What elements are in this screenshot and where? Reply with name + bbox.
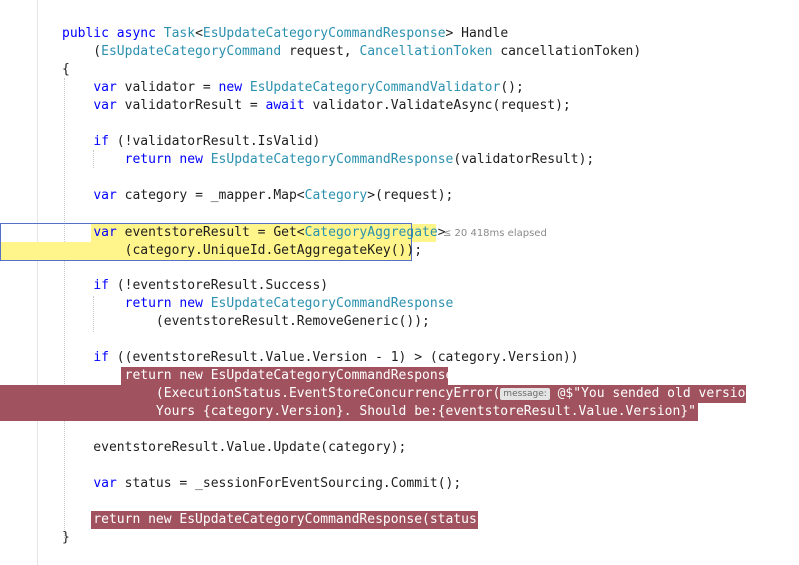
code-line[interactable]: }	[62, 529, 70, 547]
code-line[interactable]: {	[62, 61, 70, 79]
code-line-breakpoint[interactable]: return new EsUpdateCategoryCommandRespon…	[62, 511, 492, 529]
elapsed-time-hint: ≤ 20 418ms elapsed	[443, 228, 547, 239]
code-editor[interactable]: { "editor": { "elapsed_hint": "≤ 20 418m…	[0, 0, 799, 565]
code-line[interactable]: if ((eventstoreResult.Value.Version - 1)…	[62, 349, 578, 367]
code-line[interactable]: var category = _mapper.Map<Category>(req…	[62, 187, 453, 205]
code-line[interactable]: var validator = new EsUpdateCategoryComm…	[62, 79, 523, 97]
code-line-current[interactable]: var eventstoreResult = Get<CategoryAggre…	[62, 224, 445, 242]
code-line-breakpoint[interactable]: Yours {category.Version}. Should be:{eve…	[62, 403, 720, 421]
code-line[interactable]: var status = _sessionForEventSourcing.Co…	[62, 475, 461, 493]
code-line[interactable]: return new EsUpdateCategoryCommandRespon…	[62, 295, 454, 313]
code-line[interactable]: (EsUpdateCategoryCommand request, Cancel…	[62, 43, 641, 61]
parameter-name-hint: message:	[500, 388, 550, 400]
code-line-breakpoint[interactable]: return new EsUpdateCategoryCommandRespon…	[62, 367, 454, 385]
code-line[interactable]: var validatorResult = await validator.Va…	[62, 97, 570, 115]
code-line[interactable]: eventstoreResult.Value.Update(category);	[62, 439, 406, 457]
code-line[interactable]: if (!validatorResult.IsValid)	[62, 133, 320, 151]
code-line-current[interactable]: (category.UniqueId.GetAggregateKey());	[62, 242, 422, 260]
gutter-separator	[37, 0, 38, 565]
code-line[interactable]: if (!eventstoreResult.Success)	[62, 277, 328, 295]
code-line[interactable]: return new EsUpdateCategoryCommandRespon…	[62, 151, 595, 169]
code-line[interactable]: (eventstoreResult.RemoveGeneric());	[62, 313, 430, 331]
code-line-breakpoint[interactable]: (ExecutionStatus.EventStoreConcurrencyEr…	[62, 385, 761, 403]
code-line[interactable]: public async Task<EsUpdateCategoryComman…	[62, 25, 508, 43]
